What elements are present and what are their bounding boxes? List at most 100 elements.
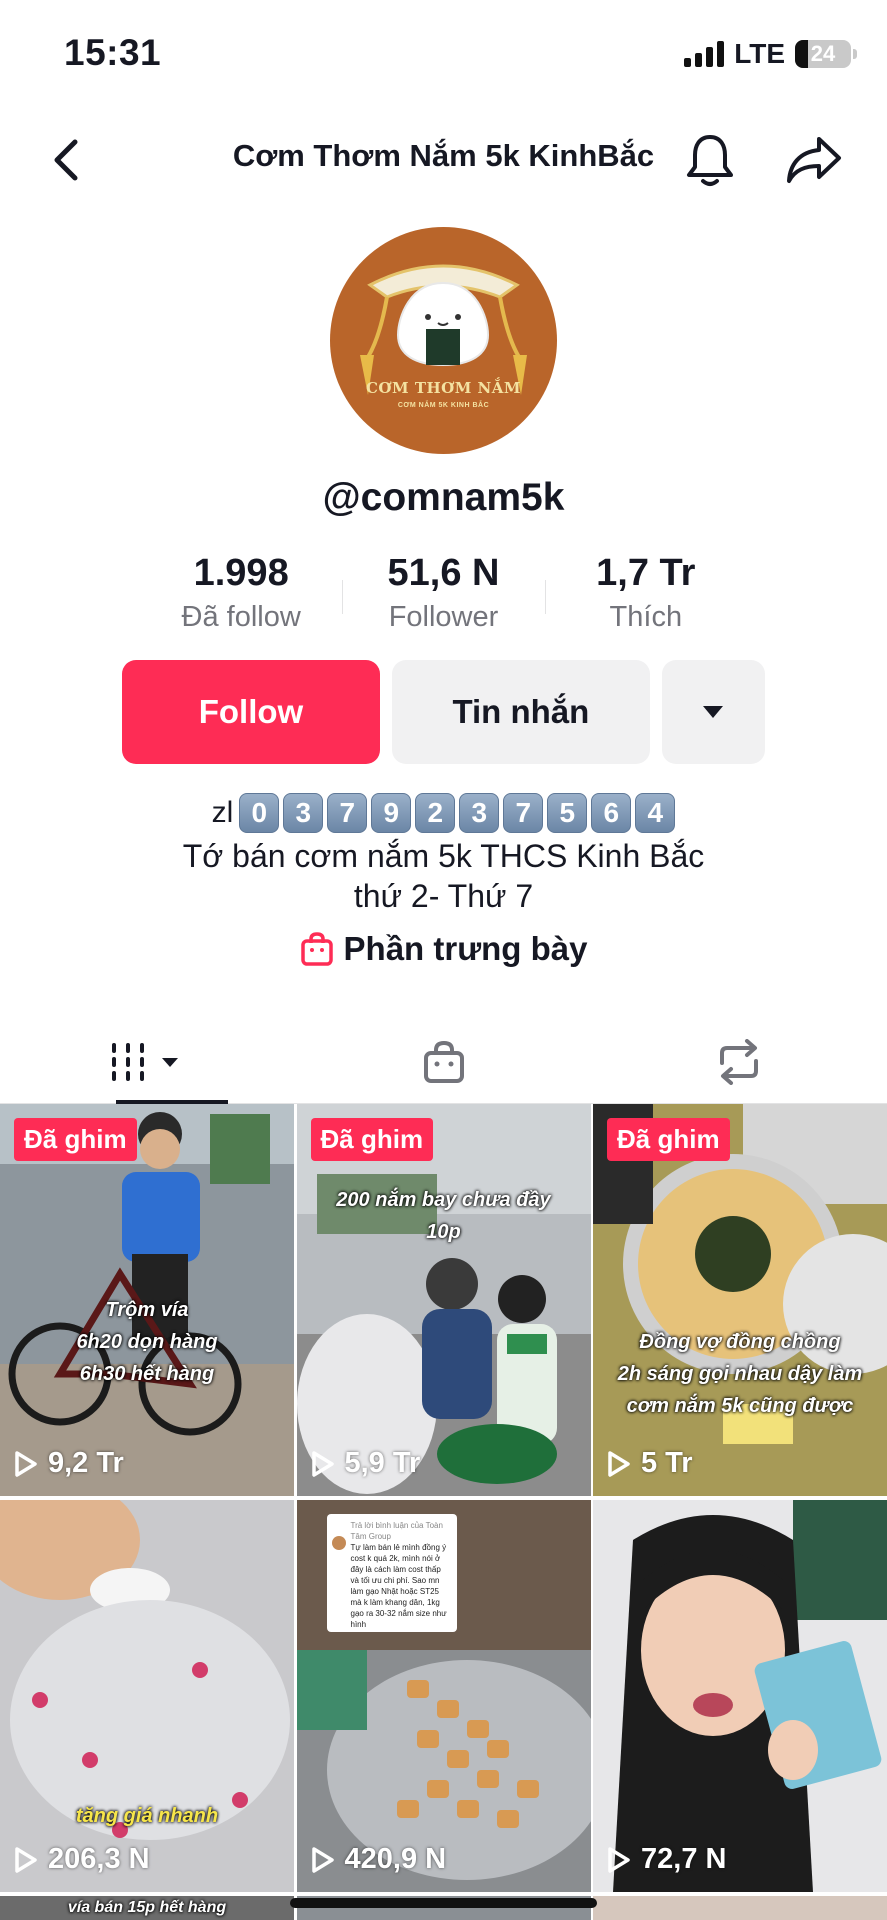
caption-line: Đồng vợ đồng chồng [639, 1331, 841, 1353]
view-count-text: 5,9 Tr [344, 1447, 421, 1479]
page-title: Cơm Thơm Nắm 5k KinhBắc [232, 138, 655, 173]
pinned-badge: Đã ghim [14, 1118, 137, 1161]
video-thumbnail[interactable]: tăng giá nhanh 206,3 N [0, 1500, 294, 1892]
showcase-link[interactable]: Phần trưng bày [0, 930, 887, 968]
view-count-text: 420,9 N [344, 1843, 447, 1875]
profile-actions: Follow Tin nhắn [122, 660, 766, 764]
digit-keycap: 5 [547, 793, 588, 833]
view-count: 5 Tr [607, 1447, 693, 1480]
view-count-text: 5 Tr [641, 1447, 693, 1479]
video-caption: vía bán 15p hết hàng [67, 1899, 227, 1916]
caption-line: tăng giá nhanh [75, 1805, 219, 1827]
comment-reply-body: Tự làm bán lẻ mình đồng ý cost k quá 2k,… [350, 1543, 447, 1629]
play-icon [15, 1846, 37, 1873]
tab-shop[interactable] [296, 1020, 592, 1103]
stat-likes[interactable]: 1,7 Tr Thích [544, 552, 747, 642]
digit-keycap: 6 [591, 793, 632, 833]
digit-keycap: 9 [371, 793, 412, 833]
video-caption: tăng giá nhanh [20, 1800, 274, 1832]
battery-level: 24 [810, 41, 836, 66]
repost-icon [720, 1038, 759, 1085]
avatar-brand-subtext: CƠM NẮM 5K KINH BẮC [397, 402, 490, 409]
username: @comnam5k [322, 476, 565, 519]
status-bar: 15:31 LTE 24 [0, 0, 887, 110]
bio-prefix: zl [211, 796, 234, 829]
video-thumbnail[interactable]: Đã ghim Trộm vía 6h20 dọn hàng 6h30 hết … [0, 1104, 294, 1496]
view-count: 420,9 N [311, 1843, 447, 1876]
video-caption: Đồng vợ đồng chồng 2h sáng gọi nhau dậy … [613, 1326, 867, 1422]
back-button[interactable] [36, 130, 96, 190]
video-thumbnail[interactable]: 72,7 N [593, 1500, 887, 1892]
pinned-badge: Đã ghim [310, 1118, 434, 1161]
video-thumbnail[interactable]: Đã ghim Đồng vợ đồng chồng 2h sáng gọi n… [593, 1104, 887, 1496]
view-count: 206,3 N [14, 1843, 150, 1876]
share-button[interactable] [782, 128, 846, 192]
avatar-brand-text: CƠM THƠM NẮM [365, 379, 521, 397]
digit-keycap: 7 [503, 793, 544, 833]
tab-videos[interactable] [0, 1020, 296, 1104]
tab-reposts[interactable] [591, 1020, 887, 1103]
video-caption: Trộm vía 6h20 dọn hàng 6h30 hết hàng [20, 1294, 274, 1390]
digit-keycap: 4 [635, 793, 676, 833]
status-time: 15:31 [64, 32, 162, 73]
view-count: 72,7 N [607, 1843, 726, 1876]
bio-line: thứ 2- Thứ 7 [353, 878, 534, 914]
bell-icon [687, 135, 733, 186]
caption-line: 200 nắm bay chưa đầy 10p [336, 1189, 551, 1243]
stat-following[interactable]: 1.998 Đã follow [140, 552, 342, 642]
play-icon [15, 1450, 37, 1477]
thumbnail-image [593, 1104, 887, 1496]
rice-ball-mascot-logo [360, 264, 527, 395]
stat-followers[interactable]: 51,6 N Follower [342, 552, 544, 642]
thumbnail-image [0, 1500, 294, 1892]
battery-icon: 24 [795, 40, 857, 68]
profile-stats: 1.998 Đã follow 51,6 N Follower 1,7 Tr T… [140, 552, 747, 642]
bio: zl 0 3 7 9 2 3 7 5 6 4 Tớ bán cơm nắm 5k… [0, 790, 887, 916]
message-button[interactable]: Tin nhắn [391, 660, 650, 764]
digit-keycap: 3 [283, 793, 324, 833]
video-thumbnail[interactable]: vía bán 15p hết hàng [0, 1896, 294, 1920]
thumbnail-image [593, 1500, 887, 1892]
shopping-bag-icon [300, 932, 333, 966]
comment-reply-card: Trả lời bình luận của Toàn Tâm Group Tự … [326, 1514, 457, 1632]
follow-button[interactable]: Follow [122, 660, 380, 764]
suggested-accounts-button[interactable] [661, 660, 766, 764]
avatar[interactable]: CƠM THƠM NẮM CƠM NẮM 5K KINH BẮC [330, 227, 557, 454]
caret-down-icon [703, 706, 724, 718]
top-nav: Cơm Thơm Nắm 5k KinhBắc [0, 120, 887, 200]
caption-line: 6h30 hết hàng [79, 1363, 215, 1385]
digit-keycap: 2 [415, 793, 456, 833]
play-icon [311, 1846, 334, 1873]
notification-button[interactable] [680, 128, 740, 192]
view-count: 9,2 Tr [14, 1447, 124, 1480]
view-count-text: 206,3 N [48, 1843, 150, 1875]
network-type: LTE [734, 38, 785, 69]
stat-value: 1.998 [193, 552, 289, 594]
bio-phone: zl 0 3 7 9 2 3 7 5 6 4 [0, 790, 887, 836]
digit-keycap: 3 [459, 793, 500, 833]
caption-line: 6h20 dọn hàng [76, 1331, 218, 1353]
signal-icon [684, 41, 725, 67]
stat-value: 51,6 N [387, 552, 500, 594]
digit-keycap: 7 [327, 793, 368, 833]
stat-label: Đã follow [181, 601, 301, 633]
stat-label: Follower [388, 601, 499, 633]
stat-label: Thích [609, 601, 683, 633]
video-thumbnail[interactable] [593, 1896, 887, 1920]
profile-tabs [0, 1020, 887, 1104]
view-count: 5,9 Tr [311, 1447, 421, 1480]
stat-value: 1,7 Tr [596, 552, 696, 594]
caption-line: Trộm vía [105, 1299, 189, 1321]
share-arrow-icon [787, 137, 841, 183]
video-thumbnail[interactable]: Trả lời bình luận của Toàn Tâm Group Tự … [296, 1500, 591, 1892]
pinned-badge: Đã ghim [607, 1118, 730, 1161]
view-count-text: 9,2 Tr [48, 1447, 124, 1479]
caption-line: 2h sáng gọi nhau dậy làm [617, 1363, 863, 1385]
thumbnail-image [296, 1104, 591, 1496]
video-thumbnail[interactable]: Đã ghim 200 nắm bay chưa đầy 10p 5,9 Tr [296, 1104, 591, 1496]
digit-keycap: 0 [239, 793, 280, 833]
status-indicators: LTE 24 [684, 38, 857, 70]
video-grid: Đã ghim Trộm vía 6h20 dọn hàng 6h30 hết … [0, 1104, 887, 1920]
video-grid-icon [111, 1042, 178, 1081]
comment-reply-header: Trả lời bình luận của Toàn Tâm Group [350, 1521, 443, 1541]
